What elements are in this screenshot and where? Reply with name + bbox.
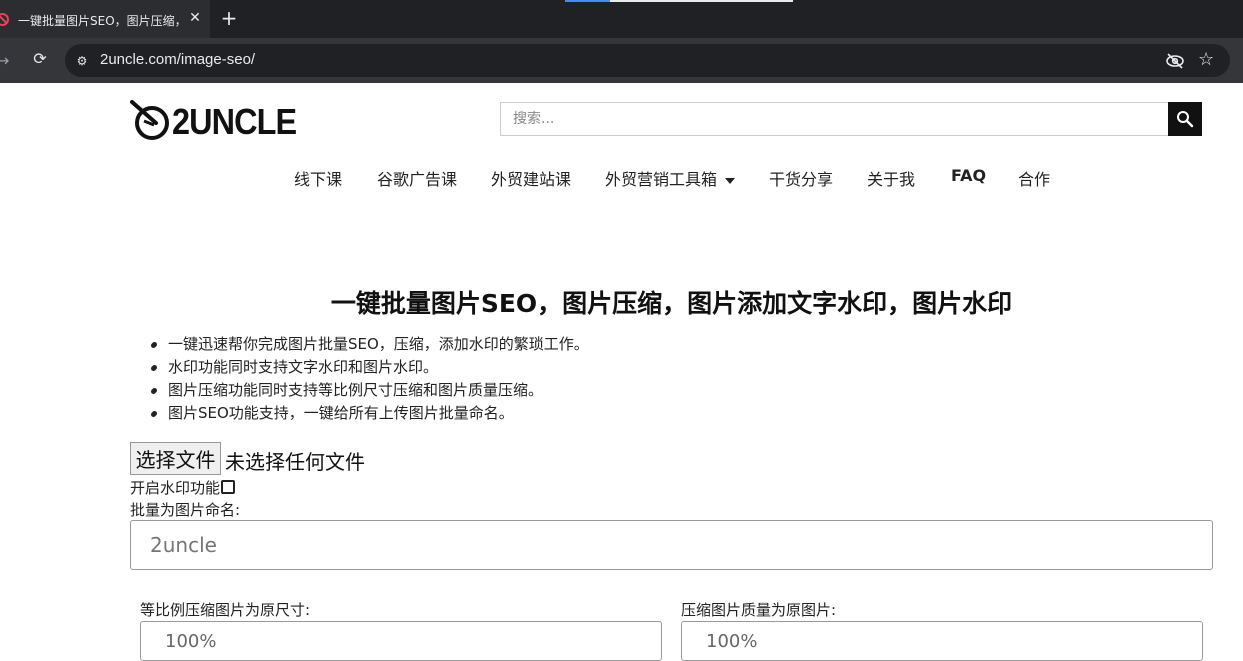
nav-item-about[interactable]: 关于我 (867, 166, 915, 190)
search-icon (1177, 111, 1194, 128)
choose-file-button[interactable]: 选择文件 (130, 442, 221, 475)
browser-tab[interactable]: 一键批量图片SEO，图片压缩， ✕ (0, 0, 210, 38)
web-page: 2UNCLE 线下课 谷歌广告课 外贸建站课 外贸营销工具箱 干货分享 关于我 … (0, 83, 1243, 661)
tab-title: 一键批量图片SEO，图片压缩， (18, 14, 187, 28)
logo-mark-icon (130, 100, 169, 140)
address-bar[interactable]: ⚙ 2uncle.com/image-seo/ ☆ (65, 44, 1230, 77)
loading-progress-bar (565, 0, 793, 2)
watermark-label: 开启水印功能 (130, 479, 221, 497)
url-text[interactable]: 2uncle.com/image-seo/ (100, 51, 255, 68)
nav-item-marketing-toolbox-label: 外贸营销工具箱 (605, 170, 718, 189)
watermark-checkbox[interactable] (221, 480, 235, 494)
site-logo[interactable]: 2UNCLE (130, 99, 297, 142)
browser-tab-bar: 一键批量图片SEO，图片压缩， ✕ + (0, 0, 1243, 38)
rename-label: 批量为图片命名: (130, 501, 241, 519)
feature-list: 一键迅速帮你完成图片批量SEO，压缩，添加水印的繁琐工作。 水印功能同时支持文字… (151, 333, 589, 425)
search-input[interactable] (500, 102, 1169, 136)
nav-item-marketing-toolbox[interactable]: 外贸营销工具箱 (605, 166, 736, 190)
list-item: 图片SEO功能支持，一键给所有上传图片批量命名。 (151, 402, 589, 425)
rename-input[interactable] (130, 520, 1213, 570)
new-tab-button[interactable]: + (219, 8, 239, 28)
nav-item-offline-course[interactable]: 线下课 (294, 166, 342, 190)
resize-input[interactable] (140, 621, 662, 661)
browser-toolbar: → ⟳ ⚙ 2uncle.com/image-seo/ ☆ (0, 38, 1243, 83)
logo-text: 2UNCLE (172, 101, 297, 142)
reload-icon[interactable]: ⟳ (31, 50, 49, 68)
search-button[interactable] (1168, 102, 1202, 136)
caret-down-icon (725, 177, 736, 184)
quality-input[interactable] (681, 621, 1203, 661)
quality-label: 压缩图片质量为原图片: (681, 601, 837, 619)
bookmark-star-icon[interactable]: ☆ (1198, 49, 1214, 70)
close-tab-icon[interactable]: ✕ (186, 9, 204, 27)
main-navigation: 线下课 谷歌广告课 外贸建站课 外贸营销工具箱 干货分享 关于我 FAQ 合作 (0, 166, 1243, 190)
nav-item-site-building-course[interactable]: 外贸建站课 (491, 166, 571, 190)
nav-item-cooperation[interactable]: 合作 (1018, 166, 1050, 190)
list-item: 图片压缩功能同时支持等比例尺寸压缩和图片质量压缩。 (151, 379, 589, 402)
nav-item-faq[interactable]: FAQ (951, 166, 986, 185)
eye-off-icon[interactable] (1165, 52, 1185, 70)
nav-item-articles[interactable]: 干货分享 (769, 166, 833, 190)
list-item: 水印功能同时支持文字水印和图片水印。 (151, 356, 589, 379)
favicon-icon (0, 13, 9, 26)
list-item: 一键迅速帮你完成图片批量SEO，压缩，添加水印的繁琐工作。 (151, 333, 589, 356)
nav-item-google-ads-course[interactable]: 谷歌广告课 (377, 166, 457, 190)
file-status-text: 未选择任何文件 (225, 450, 365, 474)
page-title: 一键批量图片SEO，图片压缩，图片添加文字水印，图片水印 (330, 289, 1013, 318)
forward-arrow-icon[interactable]: → (0, 51, 9, 70)
resize-label: 等比例压缩图片为原尺寸: (140, 601, 311, 619)
site-settings-icon[interactable]: ⚙ (74, 53, 90, 69)
